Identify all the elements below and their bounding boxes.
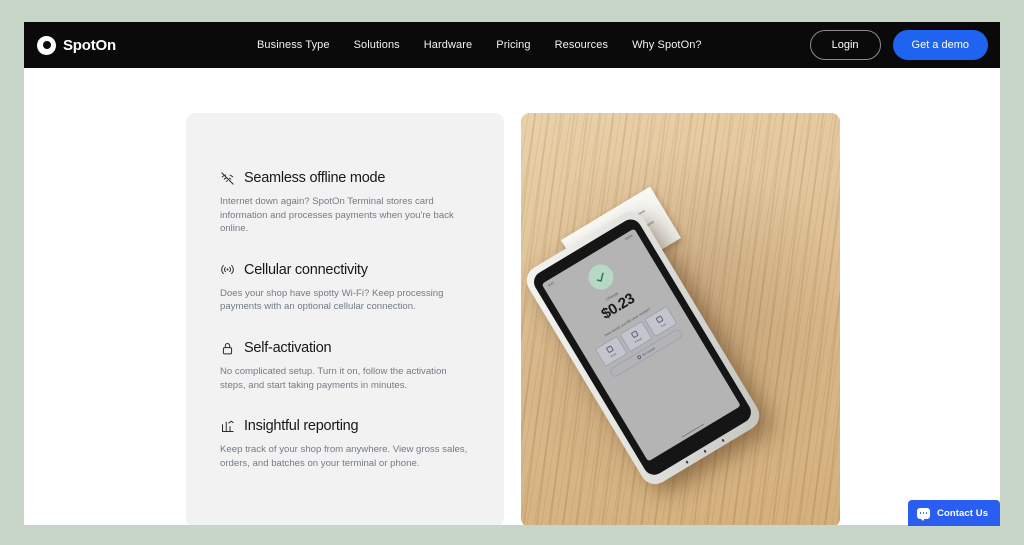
nav-link-solutions[interactable]: Solutions (354, 39, 400, 51)
feature-heading: Self-activation (220, 340, 472, 356)
status-time: 9:41 (547, 280, 556, 288)
login-button[interactable]: Login (809, 30, 881, 60)
feature-self-activation: Self-activation No complicated setup. Tu… (220, 340, 472, 392)
spoton-ring-logo-icon (37, 35, 56, 55)
feature-description: Does your shop have spotty Wi-Fi? Keep p… (220, 287, 444, 313)
get-a-demo-button[interactable]: Get a demo (892, 30, 988, 60)
feature-description: No complicated setup. Turn it on, follow… (220, 366, 447, 391)
nav-actions: Login Get a demo (809, 30, 988, 60)
brand-logo[interactable]: SpotOn (37, 35, 116, 55)
feature-description: Keep track of your shop from anywhere. V… (220, 444, 468, 469)
wifi-off-icon (220, 171, 235, 186)
feature-heading: Seamless offline mode (220, 170, 472, 186)
cellular-signal-icon (220, 262, 235, 277)
nav-link-business-type[interactable]: Business Type (257, 39, 330, 51)
feature-heading: Insightful reporting (220, 418, 472, 434)
feature-description: Internet down again? SpotOn Terminal sto… (220, 196, 454, 235)
home-indicator (681, 423, 705, 438)
website-page: SpotOn Business Type Solutions Hardware … (24, 22, 1000, 525)
brand-name: SpotOn (63, 36, 116, 54)
feature-cellular-connectivity: Cellular connectivity Does your shop hav… (220, 262, 472, 314)
lock-icon (220, 341, 235, 356)
feature-title: Cellular connectivity (244, 261, 368, 278)
product-photo: 9:41 100% Change $0.23 How would you lik… (521, 113, 840, 525)
main-content: Seamless offline mode Internet down agai… (24, 68, 1000, 525)
nav-link-why-spoton[interactable]: Why SpotOn? (632, 39, 702, 51)
nav-link-hardware[interactable]: Hardware (424, 39, 473, 51)
status-battery: 100% (623, 233, 634, 242)
option-label: Email (633, 336, 643, 344)
features-card: Seamless offline mode Internet down agai… (186, 113, 504, 525)
feature-title: Self-activation (244, 340, 332, 357)
feature-heading: Cellular connectivity (220, 262, 472, 278)
nav-link-resources[interactable]: Resources (555, 39, 608, 51)
no-receipt-label: No receipt (641, 346, 656, 358)
contact-us-chat-button[interactable]: Contact Us (908, 500, 1000, 526)
top-navigation-bar: SpotOn Business Type Solutions Hardware … (24, 22, 1000, 68)
feature-title: Insightful reporting (244, 418, 359, 435)
chat-label: Contact Us (937, 507, 989, 519)
feature-insightful-reporting: Insightful reporting Keep track of your … (220, 418, 472, 470)
feature-title: Seamless offline mode (244, 170, 386, 186)
chat-bubble-icon (917, 507, 930, 521)
nav-links: Business Type Solutions Hardware Pricing… (257, 39, 702, 51)
feature-offline-mode: Seamless offline mode Internet down agai… (220, 170, 472, 236)
option-label: Print (609, 351, 617, 359)
nav-link-pricing[interactable]: Pricing (496, 39, 530, 51)
circle-slash-icon (636, 354, 642, 361)
option-label: Text (659, 321, 667, 329)
check-mark-icon (583, 260, 618, 295)
bar-chart-icon (220, 419, 235, 434)
